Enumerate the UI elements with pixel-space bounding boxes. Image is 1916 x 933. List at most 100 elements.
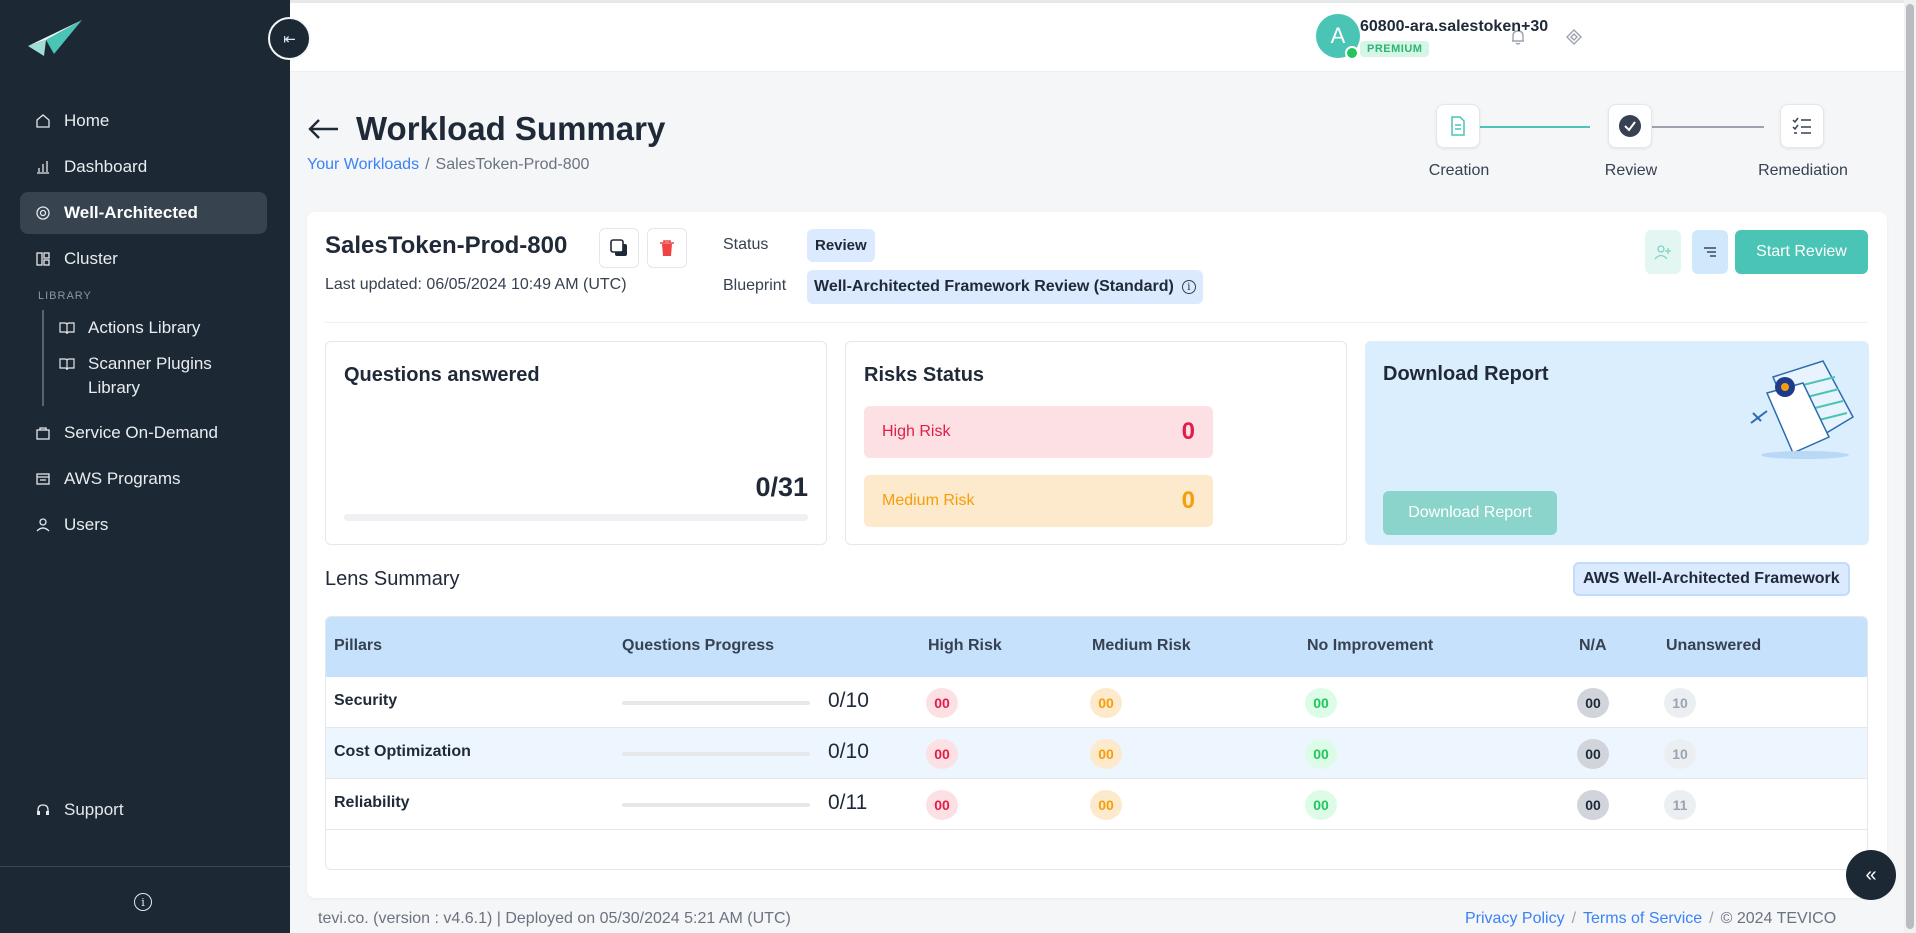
sidebar-item-label: Cluster xyxy=(64,249,118,268)
pillar-progress-value: 0/10 xyxy=(828,689,869,712)
document-icon xyxy=(1436,104,1480,148)
step-review[interactable]: Review xyxy=(1605,104,1657,179)
sidebar-item-service-on-demand[interactable]: Service On-Demand xyxy=(20,412,267,454)
report-title: Download Report xyxy=(1383,363,1549,385)
footer-version: tevi.co. (version : v4.6.1) | Deployed o… xyxy=(318,910,791,927)
unanswered-count: 10 xyxy=(1664,688,1696,718)
status-badge: Review xyxy=(807,229,875,262)
workload-name: SalesToken-Prod-800 xyxy=(325,232,568,259)
copyright: © 2024 TEVICO xyxy=(1720,910,1837,927)
book-icon xyxy=(58,355,76,373)
table-row[interactable]: Reliability 0/11 00 00 00 00 11 xyxy=(326,779,1867,830)
high-risk-row: High Risk 0 xyxy=(864,406,1213,458)
breadcrumb-current: SalesToken-Prod-800 xyxy=(435,156,590,173)
pillar-name: Cost Optimization xyxy=(334,743,471,760)
questions-progress-bar xyxy=(344,514,808,521)
sidebar-nav: Home Dashboard Well-Architected Cluster … xyxy=(20,100,267,550)
column-header: High Risk xyxy=(928,637,1002,654)
questions-value: 0/31 xyxy=(755,472,808,502)
column-header: Medium Risk xyxy=(1092,637,1191,654)
pillar-progress-bar xyxy=(622,701,810,705)
collapse-sidebar-button[interactable]: ⇤ xyxy=(268,17,311,60)
step-label: Remediation xyxy=(1758,162,1848,179)
user-name[interactable]: 60800-ara.salestoken+30 xyxy=(1360,18,1548,36)
list-icon xyxy=(1704,247,1716,257)
pillar-progress-value: 0/10 xyxy=(828,740,869,763)
library-heading: LIBRARY xyxy=(38,290,92,302)
cluster-icon xyxy=(34,250,52,268)
step-remediation[interactable]: Remediation xyxy=(1758,104,1848,179)
sidebar-item-scanner-plugins-library[interactable]: Scanner Plugins Library xyxy=(58,346,267,406)
sidebar-item-home[interactable]: Home xyxy=(20,100,267,142)
sidebar-item-support[interactable]: Support xyxy=(34,800,124,820)
info-icon[interactable]: i xyxy=(134,893,152,911)
collapse-panel-button[interactable]: « xyxy=(1846,850,1896,900)
sidebar-item-well-architected[interactable]: Well-Architected xyxy=(20,192,267,234)
sidebar-divider xyxy=(0,866,290,867)
sidebar-item-cluster[interactable]: Cluster xyxy=(20,238,267,280)
medium-risk-count: 00 xyxy=(1090,739,1122,769)
sidebar-item-users[interactable]: Users xyxy=(20,504,267,546)
na-count: 00 xyxy=(1577,688,1609,718)
pillar-progress-bar xyxy=(622,803,810,807)
sidebar-item-label: Scanner Plugins Library xyxy=(88,354,212,397)
blueprint-badge: Well-Architected Framework Review (Stand… xyxy=(807,270,1203,304)
step-creation[interactable]: Creation xyxy=(1429,104,1489,179)
start-review-button[interactable]: Start Review xyxy=(1735,230,1868,274)
workload-card: SalesToken-Prod-800 Last updated: 06/05/… xyxy=(307,212,1887,898)
questions-panel: Questions answered 0/31 xyxy=(325,341,827,545)
duplicate-button[interactable] xyxy=(599,228,639,268)
privacy-policy-link[interactable]: Privacy Policy xyxy=(1465,910,1565,927)
delete-button[interactable] xyxy=(647,228,687,268)
terms-link[interactable]: Terms of Service xyxy=(1583,910,1702,927)
topbar: A 60800-ara.salestoken+30 PREMIUM xyxy=(290,0,1916,72)
lens-summary-title: Lens Summary xyxy=(325,568,460,590)
sidebar: Home Dashboard Well-Architected Cluster … xyxy=(0,0,290,933)
sidebar-item-label: Actions Library xyxy=(88,318,201,337)
sidebar-item-actions-library[interactable]: Actions Library xyxy=(58,310,267,346)
table-row[interactable]: Security 0/10 00 00 00 00 10 xyxy=(326,677,1867,728)
status-label: Status xyxy=(723,236,769,253)
column-header: Pillars xyxy=(334,637,383,654)
no-improvement-count: 00 xyxy=(1305,790,1337,820)
no-improvement-count: 00 xyxy=(1305,739,1337,769)
pillar-name: Reliability xyxy=(334,794,410,811)
assign-user-button[interactable] xyxy=(1645,230,1681,274)
high-risk-label: High Risk xyxy=(882,423,951,440)
pillars-table: Pillars Questions Progress High Risk Med… xyxy=(325,616,1868,870)
step-label: Review xyxy=(1604,162,1658,179)
sidebar-item-label: AWS Programs xyxy=(64,469,181,488)
column-header: Unanswered xyxy=(1666,637,1762,654)
table-row[interactable]: Cost Optimization 0/10 00 00 00 00 10 xyxy=(326,728,1867,779)
risks-title: Risks Status xyxy=(864,364,985,386)
breadcrumb-separator: / xyxy=(425,156,430,173)
na-count: 00 xyxy=(1577,739,1609,769)
sidebar-item-label: Service On-Demand xyxy=(64,423,219,442)
check-circle-icon xyxy=(1608,104,1652,148)
stepper-line-done xyxy=(1466,126,1590,128)
download-report-button[interactable]: Download Report xyxy=(1383,491,1557,535)
medium-risk-count: 0 xyxy=(1181,487,1195,514)
sidebar-item-dashboard[interactable]: Dashboard xyxy=(20,146,267,188)
sort-button[interactable] xyxy=(1692,230,1728,274)
logo[interactable] xyxy=(26,18,84,58)
headset-icon xyxy=(34,801,52,819)
pillar-progress-bar xyxy=(622,752,810,756)
medium-risk-count: 00 xyxy=(1090,688,1122,718)
integrations-icon[interactable] xyxy=(1564,27,1584,47)
no-improvement-count: 00 xyxy=(1305,688,1337,718)
page-title: Workload Summary xyxy=(356,110,666,147)
unanswered-count: 11 xyxy=(1664,790,1696,820)
footer-separator: / xyxy=(1571,910,1577,927)
blueprint-name: Well-Architected Framework Review (Stand… xyxy=(814,278,1174,295)
sidebar-item-aws-programs[interactable]: AWS Programs xyxy=(20,458,267,500)
breadcrumb-link-workloads[interactable]: Your Workloads xyxy=(307,156,419,173)
scrollbar-thumb[interactable] xyxy=(1906,4,1914,929)
lens-badge[interactable]: AWS Well-Architected Framework xyxy=(1573,562,1850,596)
back-arrow-icon[interactable] xyxy=(306,116,340,142)
info-icon[interactable]: i xyxy=(1181,280,1196,294)
programs-icon xyxy=(34,470,52,488)
copy-icon xyxy=(610,239,627,256)
user-icon xyxy=(34,516,52,534)
online-status-dot xyxy=(1345,46,1359,60)
